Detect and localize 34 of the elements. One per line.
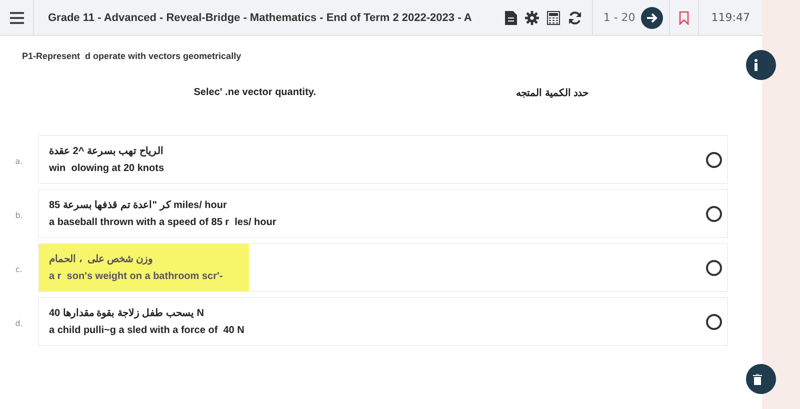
- english-text: a baseball thrown with a speed of 85 r les/ hour: [49, 217, 278, 228]
- menu-icon: [10, 12, 24, 24]
- objective-text: P1-Represent d operate with vectors geometrically: [21, 50, 242, 61]
- option-letter: b.: [14, 210, 24, 220]
- question-text: حدد الكمية المتجه: [516, 87, 589, 99]
- calculator-icon[interactable]: [547, 10, 560, 24]
- english-text: win olowing at 20 knots: [49, 163, 166, 174]
- bookmark-button[interactable]: [669, 0, 700, 35]
- option-letter: d.: [14, 318, 24, 328]
- option-letter: c.: [14, 264, 24, 274]
- settings-icon[interactable]: [525, 10, 540, 24]
- question-text: Selec' .ne vector quantity.: [192, 87, 316, 99]
- trash-icon: [753, 374, 762, 384]
- exam-title: Grade 11 - Advanced - Reveal-Bridge - Mathematics - End of Term 2 2022-2023 - A: [47, 12, 473, 24]
- radio-button[interactable]: [706, 206, 722, 222]
- arabic-text: كر "اعدة تم قذفها بسرعة 85 miles/ hour: [49, 199, 228, 211]
- radio-button[interactable]: [706, 260, 722, 276]
- radio-button[interactable]: [706, 314, 722, 330]
- english-text: a child pulli~g a sled with a force of 40 N: [49, 325, 246, 336]
- arabic-text: يسحب طفل زلاجة بقوة مقدارها 40 N: [49, 307, 206, 319]
- arrow-right-icon: [646, 12, 658, 24]
- timer: 119:47: [710, 11, 751, 24]
- question-range: 1 - 20: [603, 11, 636, 24]
- next-button[interactable]: [641, 6, 664, 28]
- info-button[interactable]: [746, 50, 776, 80]
- refresh-icon[interactable]: [568, 10, 582, 24]
- option-letter: a.: [14, 156, 24, 166]
- delete-button[interactable]: [746, 364, 776, 394]
- radio-button[interactable]: [706, 152, 722, 168]
- arabic-text: الرياح تهب بسرعة ^2 عقدة: [49, 145, 165, 157]
- english-text: a r son's weight on a bathroom scr'-: [49, 271, 224, 282]
- arabic-text: وزن شخص على ، الحمام: [49, 253, 154, 265]
- document-icon[interactable]: [505, 10, 518, 24]
- info-icon: [753, 59, 759, 71]
